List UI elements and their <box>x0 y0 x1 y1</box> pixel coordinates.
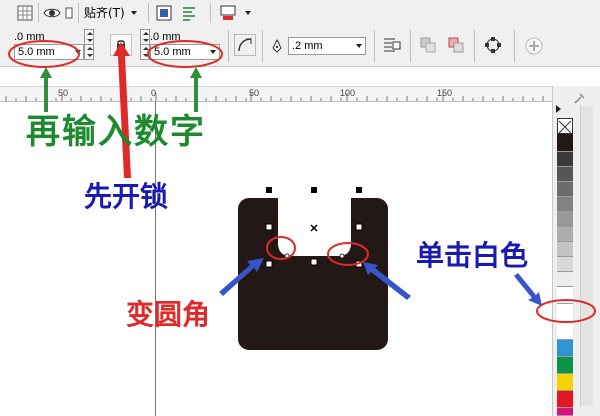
palette-scroll-up-icon[interactable] <box>556 105 561 113</box>
palette-swatch[interactable] <box>557 322 573 340</box>
palette-swatch[interactable] <box>557 152 573 167</box>
red-arrow-to-lock <box>113 42 131 178</box>
palette-swatch[interactable] <box>557 242 573 257</box>
palette-swatch[interactable] <box>557 391 573 408</box>
drawing-area <box>8 40 411 350</box>
no-color-swatch[interactable] <box>557 118 573 134</box>
annotation-round-corner: 变圆角 <box>126 298 211 331</box>
corner-node <box>339 253 345 259</box>
eyedropper-icon[interactable] <box>573 90 587 104</box>
palette-swatch[interactable] <box>557 304 573 322</box>
white-swatch[interactable] <box>557 287 573 304</box>
palette-swatch[interactable] <box>557 227 573 242</box>
palette-swatch[interactable] <box>557 357 573 374</box>
palette-scrollbar[interactable] <box>580 106 593 406</box>
palette-swatch[interactable] <box>557 340 573 357</box>
palette-swatch[interactable] <box>557 408 573 416</box>
white-rectangle-shape[interactable] <box>278 190 351 256</box>
palette-swatch[interactable] <box>557 374 573 391</box>
annotation-click-white: 单击白色 <box>416 239 529 272</box>
highlight-ellipse-right-fields <box>147 40 223 68</box>
palette-swatch[interactable] <box>557 182 573 197</box>
annotation-unlock-first: 先开锁 <box>84 180 169 213</box>
palette-swatch[interactable] <box>557 167 573 182</box>
palette-swatch[interactable] <box>557 134 573 152</box>
palette-swatch[interactable] <box>557 272 573 287</box>
palette-swatch[interactable] <box>557 197 573 212</box>
palette-swatch[interactable] <box>557 212 573 227</box>
annotation-enter-numbers: 再输入数字 <box>26 112 206 152</box>
highlight-ellipse-left-fields <box>8 40 80 68</box>
palette-swatch[interactable] <box>557 257 573 272</box>
